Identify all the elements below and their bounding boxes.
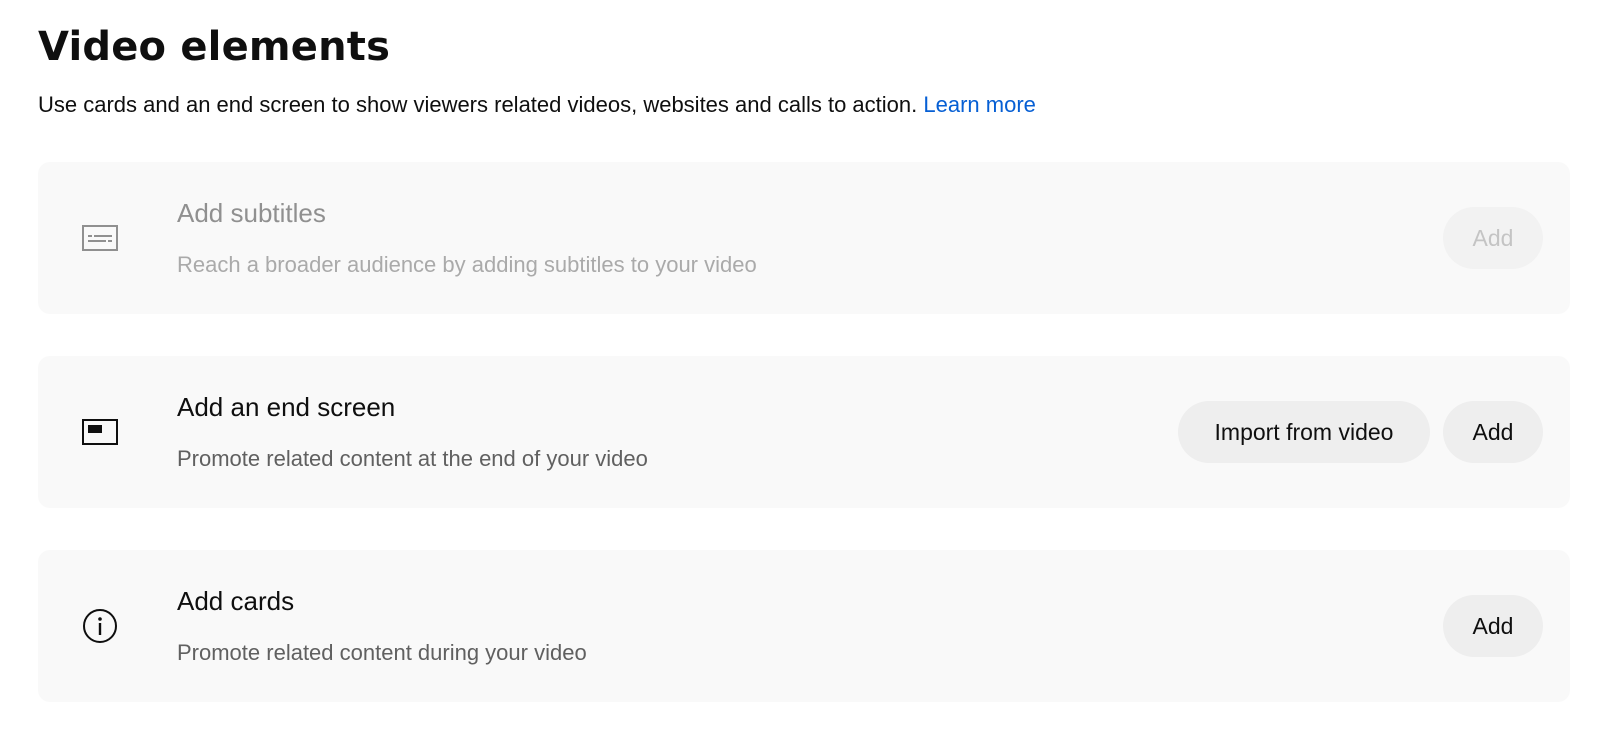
add-subtitles-button[interactable]: Add [1443, 207, 1543, 269]
import-from-video-button[interactable]: Import from video [1178, 401, 1430, 463]
end-screen-icon [82, 414, 118, 450]
subtitles-description: Reach a broader audience by adding subti… [177, 252, 757, 277]
subtitles-card: Add subtitles Reach a broader audience b… [38, 162, 1570, 314]
description-text: Use cards and an end screen to show view… [38, 92, 918, 117]
cards-description: Promote related content during your vide… [177, 640, 587, 665]
cards-card: Add cards Promote related content during… [38, 550, 1570, 702]
page-description: Use cards and an end screen to show view… [38, 92, 1036, 118]
info-icon [82, 608, 118, 644]
page-title: Video elements [38, 24, 391, 70]
subtitles-title: Add subtitles [177, 198, 326, 228]
end-screen-title: Add an end screen [177, 392, 396, 422]
cards-title: Add cards [177, 586, 295, 616]
subtitles-icon [82, 220, 118, 256]
add-end-screen-button[interactable]: Add [1443, 401, 1543, 463]
add-cards-button[interactable]: Add [1443, 595, 1543, 657]
learn-more-link[interactable]: Learn more [923, 92, 1036, 117]
end-screen-description: Promote related content at the end of yo… [177, 446, 648, 471]
end-screen-card: Add an end screen Promote related conten… [38, 356, 1570, 508]
video-elements-page: Video elements Use cards and an end scre… [0, 0, 1600, 742]
